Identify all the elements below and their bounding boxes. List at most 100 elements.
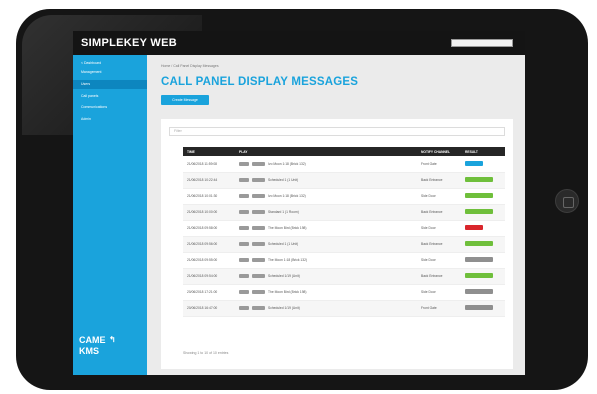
message-tag-icon	[252, 274, 265, 279]
row-message-text: Scheduled 1 (1 Unit)	[268, 177, 299, 182]
sidebar-item-admin[interactable]: Admin	[73, 115, 147, 124]
row-message-text: Standard 1 (1 Room)	[268, 209, 299, 214]
row-result	[461, 204, 505, 221]
table-row[interactable]: 21/06/2018 10:01:30 Ivo Moon 1:18 (Brick …	[183, 188, 505, 205]
row-time: 21/06/2018 11:59:08	[183, 156, 235, 173]
message-tag-icon	[252, 210, 265, 215]
search-input[interactable]	[451, 39, 513, 47]
row-result	[461, 300, 505, 317]
app-screen: SIMPLEKEY WEB < Dashboard Management Use…	[73, 31, 525, 375]
home-button[interactable]	[555, 189, 579, 213]
row-result	[461, 236, 505, 253]
row-time: 21/06/2018 09:54:00	[183, 268, 235, 285]
message-tag-icon	[252, 306, 265, 311]
logo-arrow-icon: ↰	[109, 335, 116, 344]
row-result	[461, 156, 505, 173]
row-result	[461, 188, 505, 205]
message-tag-icon	[252, 290, 265, 295]
message-tag-icon	[239, 242, 249, 247]
status-badge[interactable]	[465, 273, 493, 278]
status-badge[interactable]	[465, 289, 493, 294]
table-body: 21/06/2018 11:59:08 Ivo Moon 1:18 (Brick …	[183, 156, 505, 317]
message-tag-icon	[239, 194, 249, 199]
message-tag-icon	[252, 226, 265, 231]
message-tag-icon	[239, 274, 249, 279]
row-channel: Back Entrance	[417, 172, 461, 189]
row-time: 20/06/2018 17:21:00	[183, 284, 235, 301]
table-row[interactable]: 21/06/2018 10:22:44 Scheduled 1 (1 Unit) B…	[183, 172, 505, 189]
row-result	[461, 284, 505, 301]
table-row[interactable]: 21/06/2018 09:55:00 The Moon 1:18 (Brick …	[183, 252, 505, 269]
sidebar: < Dashboard Management Users Call panels…	[73, 55, 147, 375]
status-badge[interactable]	[465, 257, 493, 262]
sidebar-item-call-panels[interactable]: Call panels	[73, 92, 147, 101]
row-message-text: The Moon Bird (Brick 198)	[268, 225, 307, 230]
column-header-time[interactable]: TIME	[183, 147, 235, 156]
create-message-button[interactable]: Create Message	[161, 95, 209, 105]
row-message: The Moon Bird (Brick 198)	[235, 220, 417, 237]
sidebar-item-dashboard[interactable]: < Dashboard	[73, 59, 147, 68]
row-result	[461, 172, 505, 189]
row-channel: Front Gate	[417, 156, 461, 173]
row-time: 21/06/2018 09:58:00	[183, 220, 235, 237]
row-channel: Side Door	[417, 252, 461, 269]
breadcrumb[interactable]: Home / Call Panel Display Messages	[161, 64, 219, 68]
message-tag-icon	[239, 290, 249, 295]
row-message-text: The Moon 1:18 (Brick 132)	[268, 257, 308, 262]
table-row[interactable]: 21/06/2018 10:00:00 Standard 1 (1 Room) Ba…	[183, 204, 505, 221]
message-tag-icon	[239, 178, 249, 183]
row-message: The Moon Bird (Brick 198)	[235, 284, 417, 301]
table-row[interactable]: 20/06/2018 16:47:00 Scheduled 1/19 (Unit)…	[183, 300, 505, 317]
row-message-text: Scheduled 1/19 (Unit)	[268, 273, 300, 278]
row-message-text: The Moon Bird (Brick 198)	[268, 289, 307, 294]
row-channel: Back Entrance	[417, 268, 461, 285]
column-header-play[interactable]: PLAY	[235, 147, 417, 156]
message-tag-icon	[252, 178, 265, 183]
row-result	[461, 252, 505, 269]
table-row[interactable]: 20/06/2018 17:21:00 The Moon Bird (Brick …	[183, 284, 505, 301]
table-row[interactable]: 21/06/2018 09:56:00 Scheduled 1 (1 Unit) B…	[183, 236, 505, 253]
status-badge[interactable]	[465, 160, 483, 166]
row-time: 21/06/2018 09:55:00	[183, 252, 235, 269]
row-message: Scheduled 1/19 (Unit)	[235, 300, 417, 317]
app-title: SIMPLEKEY WEB	[81, 37, 177, 49]
status-badge[interactable]	[465, 193, 493, 198]
row-message: Scheduled 1 (1 Unit)	[235, 172, 417, 189]
filter-input[interactable]: Filter	[169, 127, 505, 136]
table-row[interactable]: 21/06/2018 09:58:00 The Moon Bird (Brick …	[183, 220, 505, 237]
sidebar-item-communications[interactable]: Communications	[73, 103, 147, 112]
messages-table: TIME PLAY NOTIFY CHANNEL RESULT 21/06/20…	[183, 147, 505, 317]
message-tag-icon	[239, 226, 249, 231]
message-tag-icon	[239, 210, 249, 215]
row-channel: Side Door	[417, 220, 461, 237]
row-result	[461, 268, 505, 285]
sidebar-item-users[interactable]: Users	[73, 80, 147, 89]
table-header-row: TIME PLAY NOTIFY CHANNEL RESULT	[183, 147, 505, 156]
row-channel: Side Door	[417, 188, 461, 205]
row-message-text: Ivo Moon 1:18 (Brick 132)	[268, 161, 306, 166]
top-bar: SIMPLEKEY WEB	[73, 31, 525, 55]
status-badge[interactable]	[465, 225, 483, 230]
came-kms-logo: CAME ↰ KMS	[79, 335, 116, 356]
message-tag-icon	[252, 242, 265, 247]
column-header-channel[interactable]: NOTIFY CHANNEL	[417, 147, 461, 156]
row-channel: Front Gate	[417, 300, 461, 317]
row-time: 21/06/2018 09:56:00	[183, 236, 235, 253]
row-time: 21/06/2018 10:22:44	[183, 172, 235, 189]
message-tag-icon	[239, 258, 249, 263]
status-badge[interactable]	[465, 241, 493, 246]
row-message: Scheduled 1 (1 Unit)	[235, 236, 417, 253]
status-badge[interactable]	[465, 209, 493, 214]
row-time: 21/06/2018 10:01:30	[183, 188, 235, 205]
row-message: Scheduled 1/19 (Unit)	[235, 268, 417, 285]
status-badge[interactable]	[465, 177, 493, 182]
message-tag-icon	[252, 258, 265, 263]
column-header-result[interactable]: RESULT	[461, 147, 505, 156]
row-message-text: Scheduled 1/19 (Unit)	[268, 305, 300, 310]
sidebar-item-management[interactable]: Management	[73, 68, 147, 77]
status-badge[interactable]	[465, 305, 493, 310]
row-message-text: Scheduled 1 (1 Unit)	[268, 241, 299, 246]
table-row[interactable]: 21/06/2018 11:59:08 Ivo Moon 1:18 (Brick …	[183, 156, 505, 173]
row-time: 20/06/2018 16:47:00	[183, 300, 235, 317]
table-row[interactable]: 21/06/2018 09:54:00 Scheduled 1/19 (Unit)…	[183, 268, 505, 285]
